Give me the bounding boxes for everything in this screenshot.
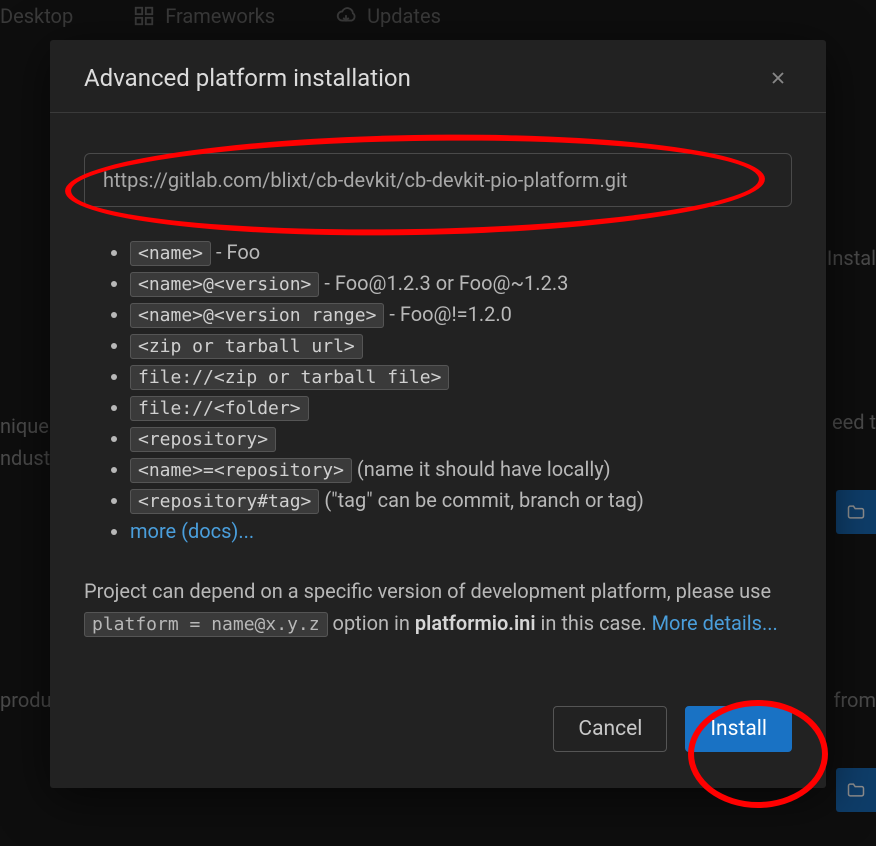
platform-url-input[interactable] — [84, 153, 792, 207]
format-code: <name>=<repository> — [130, 458, 352, 483]
format-item: file://<zip or tarball file> — [130, 361, 792, 392]
format-code: <repository> — [130, 427, 276, 452]
format-item: <zip or tarball url> — [130, 330, 792, 361]
format-suffix: ("tag" can be commit, branch or tag) — [319, 488, 643, 512]
format-suffix: - Foo@1.2.3 or Foo@~1.2.3 — [319, 271, 568, 295]
format-item: file://<folder> — [130, 392, 792, 423]
format-code: <repository#tag> — [130, 489, 319, 514]
format-item: <name>=<repository> (name it should have… — [130, 454, 792, 485]
format-suffix: (name it should have locally) — [352, 457, 611, 481]
ini-file: platformio.ini — [415, 611, 536, 635]
format-code: file://<folder> — [130, 396, 309, 421]
format-code: <name>@<version range> — [130, 303, 384, 328]
format-item: <repository> — [130, 423, 792, 454]
format-code: <name> — [130, 241, 211, 266]
more-details-link[interactable]: More details... — [652, 611, 778, 635]
format-code: <zip or tarball url> — [130, 334, 363, 359]
format-item: <name> - Foo — [130, 237, 792, 268]
platform-option-code: platform = name@x.y.z — [84, 612, 328, 637]
install-button[interactable]: Install — [685, 706, 792, 752]
advanced-install-modal: Advanced platform installation <name> - … — [50, 40, 826, 788]
format-suffix: - Foo@!=1.2.0 — [384, 302, 511, 326]
modal-title: Advanced platform installation — [84, 64, 411, 92]
more-docs-link[interactable]: more (docs)... — [130, 519, 254, 543]
format-item: <name>@<version range> - Foo@!=1.2.0 — [130, 299, 792, 330]
format-suffix: - Foo — [211, 240, 260, 264]
close-icon — [768, 68, 788, 88]
format-code: file://<zip or tarball file> — [130, 365, 449, 390]
format-item: <repository#tag> ("tag" can be commit, b… — [130, 485, 792, 516]
close-button[interactable] — [764, 64, 792, 92]
format-code: <name>@<version> — [130, 272, 319, 297]
cancel-button[interactable]: Cancel — [553, 706, 667, 752]
format-item: <name>@<version> - Foo@1.2.3 or Foo@~1.2… — [130, 268, 792, 299]
format-help-list: <name> - Foo<name>@<version> - Foo@1.2.3… — [84, 237, 792, 547]
format-item: more (docs)... — [130, 516, 792, 547]
dependency-hint: Project can depend on a specific version… — [84, 575, 792, 640]
